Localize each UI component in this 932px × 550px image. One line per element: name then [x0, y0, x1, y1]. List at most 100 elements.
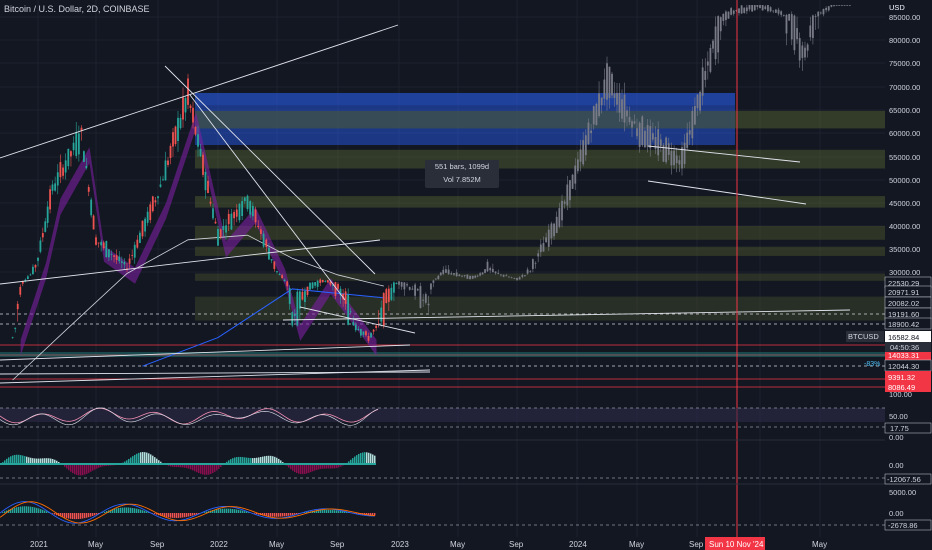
macd-bar [102, 512, 104, 513]
candle-body [732, 10, 735, 14]
currency-label: USD [889, 3, 905, 12]
candle-body [502, 274, 505, 277]
histogram-bar [292, 464, 294, 471]
candle-body [613, 93, 616, 98]
candle-body [641, 116, 644, 146]
cursor-date: Sun 10 Nov '24 [709, 540, 764, 549]
candle-body [375, 325, 378, 329]
candle-body [432, 280, 435, 283]
candle-body [542, 243, 545, 252]
y-tick-label: 40000.00 [889, 222, 920, 231]
price-zone [195, 110, 885, 129]
candle-body [584, 135, 587, 156]
candle-body [553, 223, 555, 237]
candle-body [841, 5, 843, 6]
macd-bar [288, 513, 290, 516]
candle-body [510, 277, 513, 279]
histogram-bar [358, 453, 360, 464]
candle-body [843, 5, 846, 6]
candle-body [592, 106, 595, 125]
x-tick-label: 2021 [30, 540, 48, 549]
candle-body [169, 145, 172, 158]
candle-body [174, 126, 177, 145]
candle-body [362, 331, 365, 335]
candle-body [359, 329, 362, 336]
candle-body [769, 7, 772, 12]
candle-body [291, 312, 294, 326]
candle-body [164, 160, 167, 181]
candle-body [626, 110, 628, 117]
candle-body [628, 116, 631, 123]
candle-body [785, 15, 788, 34]
macd-bar [20, 506, 22, 513]
x-tick-label: Sep [330, 540, 345, 549]
chart-canvas[interactable]: USD85000.00 80000.00 75000.00 70000.00 65000… [0, 0, 932, 550]
candle-body [357, 328, 360, 331]
candle-body [288, 288, 291, 304]
candle-body [29, 274, 32, 276]
macd-bar [138, 509, 140, 513]
candle-body [704, 71, 707, 80]
macd-bar [30, 506, 32, 513]
oscillator-tick: 100.00 [889, 390, 912, 399]
candle-body [212, 208, 214, 219]
candle-body [469, 275, 471, 280]
macd-bar [236, 509, 238, 513]
candle-body [774, 9, 777, 13]
candle-body [11, 337, 14, 338]
histogram-bar [74, 464, 76, 475]
candle-body [324, 281, 327, 282]
candle-body [408, 287, 411, 290]
candle-body [761, 5, 764, 11]
chart-stage[interactable]: USD 85000.00 80000.00 75000.00 70000.00 65000… [0, 0, 932, 550]
candle-body [372, 329, 375, 332]
macd-bar [222, 508, 224, 513]
candle-body [788, 13, 791, 21]
candle-body [182, 97, 184, 120]
candle-body [558, 208, 561, 227]
candle-body [531, 259, 534, 269]
candle-body [638, 122, 641, 147]
macd-bar [130, 507, 132, 513]
candle-body [730, 8, 733, 15]
candle-body [582, 140, 585, 165]
candle-body [699, 91, 701, 111]
y-tick-label: 70000.00 [889, 83, 920, 92]
macd-bar [144, 510, 146, 513]
candle-body [636, 128, 638, 137]
histogram-bar [154, 457, 156, 464]
macd-bar [74, 513, 76, 520]
candle-body [683, 142, 686, 165]
x-tick-label: 2022 [210, 540, 228, 549]
histogram-bar [70, 464, 72, 472]
candle-body [113, 255, 115, 257]
histogram-bar [306, 464, 308, 474]
macd-bar [182, 513, 184, 518]
candle-body [455, 272, 458, 277]
histogram-bar [374, 455, 376, 464]
candle-body [154, 200, 157, 203]
macd-bar [34, 507, 36, 513]
candle-body [494, 271, 497, 274]
candle-body [67, 148, 70, 167]
candle-body [334, 282, 337, 296]
macd-bar [92, 513, 94, 517]
candle-body [657, 129, 660, 156]
candle-body [574, 165, 577, 184]
candle-body [159, 184, 162, 187]
price-zone [195, 226, 885, 240]
macd-bar [120, 507, 122, 513]
macd-bar [334, 510, 336, 513]
candle-body [513, 277, 516, 279]
candle-body [352, 322, 355, 326]
candle-body [806, 44, 809, 51]
candle-body [725, 11, 727, 21]
candle-body [19, 286, 22, 295]
histogram-bar [296, 464, 298, 474]
macd-bar [282, 513, 284, 517]
candle-body [566, 184, 569, 206]
candle-body [667, 143, 670, 155]
price-label: 12044.30 [888, 362, 919, 371]
candle-body [646, 124, 649, 147]
histogram-bar [138, 452, 140, 464]
